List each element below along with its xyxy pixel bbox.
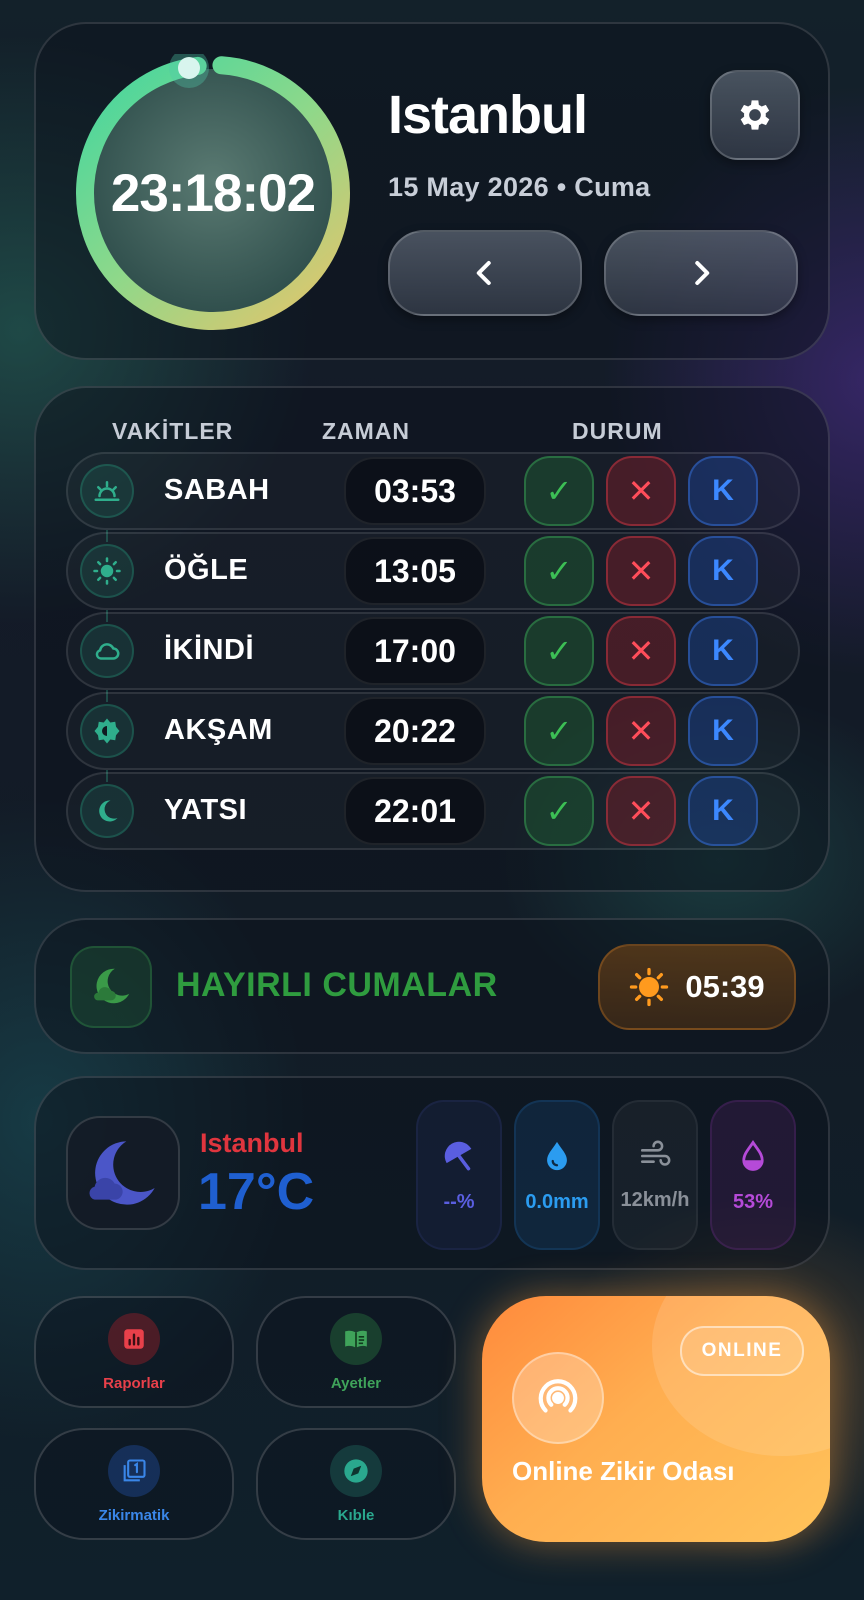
prayer-row-sabah: SABAH 03:53 ✓ ✕ K	[66, 452, 800, 530]
tile-label: Raporlar	[103, 1374, 165, 1392]
column-header-vakitler: VAKİTLER	[112, 418, 234, 444]
prayer-time: 20:22	[344, 697, 486, 765]
sunset-icon	[80, 704, 134, 758]
header-card: 23:18:02 Istanbul 15 May 2026 • Cuma	[34, 22, 830, 360]
mark-kaza-button[interactable]: K	[688, 696, 758, 766]
tile-label: Ayetler	[330, 1374, 382, 1392]
umbrella-icon	[444, 1141, 472, 1170]
humidity-icon	[742, 1139, 764, 1171]
date-label: 15 May 2026 • Cuma	[388, 172, 651, 202]
city-title: Istanbul	[388, 85, 588, 145]
mark-kaza-button[interactable]: K	[688, 456, 758, 526]
stat-value: 0.0mm	[525, 1190, 589, 1213]
prev-day-button[interactable]	[388, 230, 582, 316]
column-header-durum: DURUM	[572, 418, 663, 444]
book-icon	[330, 1312, 382, 1365]
prayer-name: İKİNDİ	[164, 634, 254, 666]
tile-ayetler[interactable]: Ayetler	[256, 1296, 456, 1408]
tile-label: Zikirmatik	[98, 1506, 170, 1524]
mark-done-button[interactable]: ✓	[524, 456, 594, 526]
online-zikir-title: Online Zikir Odası	[512, 1456, 735, 1486]
prayer-name: ÖĞLE	[164, 554, 249, 586]
sun-icon	[630, 967, 669, 1007]
wind-icon	[640, 1140, 671, 1166]
chevron-right-icon	[695, 261, 710, 285]
clock-display: 23:18:02	[110, 163, 316, 223]
mark-missed-button[interactable]: ✕	[606, 776, 676, 846]
friday-banner: HAYIRLI CUMALAR 05:39	[34, 918, 830, 1054]
tile-kible[interactable]: Kıble	[256, 1428, 456, 1540]
stat-value: --%	[443, 1190, 475, 1213]
prayer-time: 13:05	[344, 537, 486, 605]
online-zikir-card[interactable]: ONLINE Online Zikir Odası	[482, 1296, 830, 1542]
prayer-row-ikindi: İKİNDİ 17:00 ✓ ✕ K	[66, 612, 800, 690]
prayer-times-card: VAKİTLER ZAMAN DURUM SABAH 03:53 ✓ ✕ K Ö…	[34, 386, 830, 892]
stat-value: 12km/h	[620, 1188, 690, 1211]
mark-kaza-button[interactable]: K	[688, 536, 758, 606]
tile-raporlar[interactable]: Raporlar	[34, 1296, 234, 1408]
sun-icon	[80, 544, 134, 598]
sunrise-time-pill: 05:39	[598, 944, 796, 1030]
mark-kaza-button[interactable]: K	[688, 616, 758, 686]
mark-missed-button[interactable]: ✕	[606, 456, 676, 526]
prayer-row-aksam: AKŞAM 20:22 ✓ ✕ K	[66, 692, 800, 770]
sunrise-icon	[80, 464, 134, 518]
prayer-time: 22:01	[344, 777, 486, 845]
mark-missed-button[interactable]: ✕	[606, 616, 676, 686]
precipitation-stat: 0.0mm	[514, 1100, 600, 1250]
prayer-name: YATSI	[164, 794, 248, 826]
tile-label: Kıble	[337, 1506, 375, 1524]
mark-done-button[interactable]: ✓	[524, 776, 594, 846]
online-badge: ONLINE	[680, 1326, 804, 1376]
stat-value: 53%	[732, 1190, 774, 1213]
chart-icon	[108, 1312, 160, 1365]
prayer-row-yatsi: YATSI 22:01 ✓ ✕ K	[66, 772, 800, 850]
tile-zikirmatik[interactable]: Zikirmatik	[34, 1428, 234, 1540]
mark-missed-button[interactable]: ✕	[606, 536, 676, 606]
mark-done-button[interactable]: ✓	[524, 536, 594, 606]
friday-greeting: HAYIRLI CUMALAR	[176, 966, 498, 1004]
gear-icon	[740, 100, 770, 130]
weather-card: Istanbul 17°C --% 0.0mm 12km/h 53%	[34, 1076, 830, 1270]
column-header-zaman: ZAMAN	[322, 418, 411, 444]
next-day-button[interactable]	[604, 230, 798, 316]
moon-icon	[80, 784, 134, 838]
chevron-left-icon	[476, 261, 491, 285]
settings-button[interactable]	[710, 70, 800, 160]
weather-city: Istanbul	[200, 1128, 304, 1158]
night-cloud-icon	[66, 1116, 180, 1230]
prayer-time: 03:53	[344, 457, 486, 525]
prayer-name: AKŞAM	[164, 714, 273, 746]
mark-missed-button[interactable]: ✕	[606, 696, 676, 766]
mark-done-button[interactable]: ✓	[524, 616, 594, 686]
counter-icon	[108, 1444, 160, 1497]
rain-chance-stat: --%	[416, 1100, 502, 1250]
broadcast-icon	[512, 1352, 604, 1444]
prayer-row-ogle: ÖĞLE 13:05 ✓ ✕ K	[66, 532, 800, 610]
sunrise-time: 05:39	[685, 969, 765, 1004]
prayer-time: 17:00	[344, 617, 486, 685]
moon-cloud-icon	[70, 946, 152, 1028]
mark-kaza-button[interactable]: K	[688, 776, 758, 846]
compass-icon	[330, 1444, 382, 1497]
wind-stat: 12km/h	[612, 1100, 698, 1250]
water-drop-icon	[547, 1141, 567, 1170]
humidity-stat: 53%	[710, 1100, 796, 1250]
prayer-name: SABAH	[164, 474, 270, 506]
cloud-icon	[80, 624, 134, 678]
weather-temperature: 17°C	[198, 1163, 315, 1221]
mark-done-button[interactable]: ✓	[524, 696, 594, 766]
